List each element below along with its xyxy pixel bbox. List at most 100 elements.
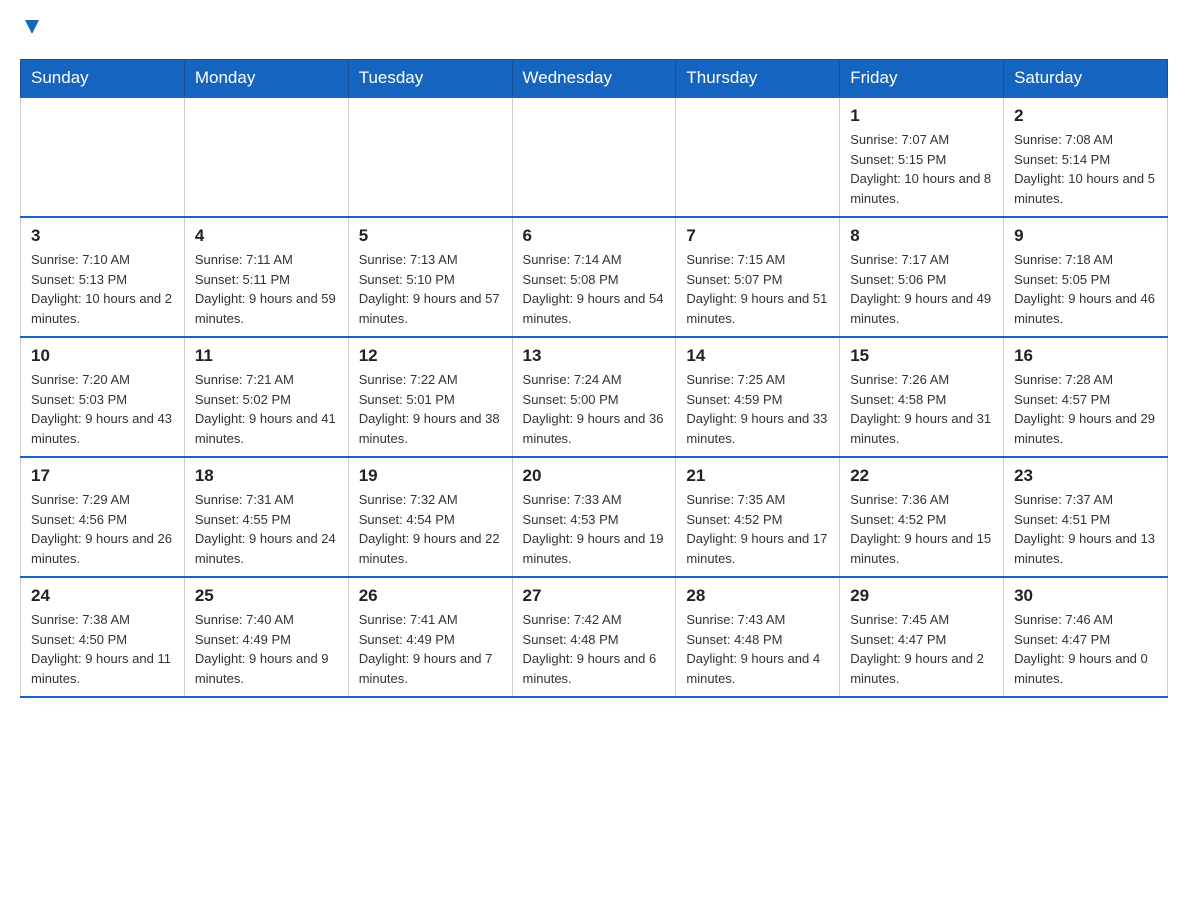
calendar-cell: 7 Sunrise: 7:15 AMSunset: 5:07 PMDaylight… xyxy=(676,217,840,337)
calendar-cell: 5 Sunrise: 7:13 AMSunset: 5:10 PMDaylight… xyxy=(348,217,512,337)
calendar-header-row: Sunday Monday Tuesday Wednesday Thursday… xyxy=(21,60,1168,98)
calendar-cell: 19 Sunrise: 7:32 AMSunset: 4:54 PMDayligh… xyxy=(348,457,512,577)
day-number: 23 xyxy=(1014,466,1157,486)
col-sunday: Sunday xyxy=(21,60,185,98)
day-info: Sunrise: 7:13 AMSunset: 5:10 PMDaylight:… xyxy=(359,250,502,328)
calendar-cell: 11 Sunrise: 7:21 AMSunset: 5:02 PMDayligh… xyxy=(184,337,348,457)
day-info: Sunrise: 7:18 AMSunset: 5:05 PMDaylight:… xyxy=(1014,250,1157,328)
day-info: Sunrise: 7:21 AMSunset: 5:02 PMDaylight:… xyxy=(195,370,338,448)
day-number: 19 xyxy=(359,466,502,486)
calendar-cell: 26Sunrise: 7:41 AMSunset: 4:49 PMDayligh… xyxy=(348,577,512,697)
col-tuesday: Tuesday xyxy=(348,60,512,98)
day-number: 28 xyxy=(686,586,829,606)
day-number: 10 xyxy=(31,346,174,366)
calendar-cell: 6 Sunrise: 7:14 AMSunset: 5:08 PMDaylight… xyxy=(512,217,676,337)
day-info: Sunrise: 7:36 AMSunset: 4:52 PMDaylight:… xyxy=(850,490,993,568)
calendar-cell: 18 Sunrise: 7:31 AMSunset: 4:55 PMDayligh… xyxy=(184,457,348,577)
calendar-cell: 12 Sunrise: 7:22 AMSunset: 5:01 PMDayligh… xyxy=(348,337,512,457)
day-number: 15 xyxy=(850,346,993,366)
day-number: 7 xyxy=(686,226,829,246)
calendar-cell: 20 Sunrise: 7:33 AMSunset: 4:53 PMDayligh… xyxy=(512,457,676,577)
calendar-cell xyxy=(676,97,840,217)
calendar-cell: 27 Sunrise: 7:42 AMSunset: 4:48 PMDayligh… xyxy=(512,577,676,697)
day-number: 5 xyxy=(359,226,502,246)
col-monday: Monday xyxy=(184,60,348,98)
calendar-cell: 14Sunrise: 7:25 AMSunset: 4:59 PMDayligh… xyxy=(676,337,840,457)
day-info: Sunrise: 7:28 AMSunset: 4:57 PMDaylight:… xyxy=(1014,370,1157,448)
day-number: 9 xyxy=(1014,226,1157,246)
calendar-cell: 15 Sunrise: 7:26 AMSunset: 4:58 PMDayligh… xyxy=(840,337,1004,457)
day-number: 17 xyxy=(31,466,174,486)
logo xyxy=(20,20,41,43)
day-info: Sunrise: 7:40 AMSunset: 4:49 PMDaylight:… xyxy=(195,610,338,688)
day-number: 29 xyxy=(850,586,993,606)
calendar-cell: 22Sunrise: 7:36 AMSunset: 4:52 PMDayligh… xyxy=(840,457,1004,577)
calendar-cell: 23 Sunrise: 7:37 AMSunset: 4:51 PMDayligh… xyxy=(1004,457,1168,577)
calendar-cell: 28 Sunrise: 7:43 AMSunset: 4:48 PMDayligh… xyxy=(676,577,840,697)
day-info: Sunrise: 7:43 AMSunset: 4:48 PMDaylight:… xyxy=(686,610,829,688)
day-number: 26 xyxy=(359,586,502,606)
day-number: 20 xyxy=(523,466,666,486)
day-info: Sunrise: 7:31 AMSunset: 4:55 PMDaylight:… xyxy=(195,490,338,568)
day-number: 21 xyxy=(686,466,829,486)
day-number: 25 xyxy=(195,586,338,606)
calendar-cell: 29 Sunrise: 7:45 AMSunset: 4:47 PMDayligh… xyxy=(840,577,1004,697)
calendar-cell: 25 Sunrise: 7:40 AMSunset: 4:49 PMDayligh… xyxy=(184,577,348,697)
col-friday: Friday xyxy=(840,60,1004,98)
calendar-cell xyxy=(348,97,512,217)
day-info: Sunrise: 7:37 AMSunset: 4:51 PMDaylight:… xyxy=(1014,490,1157,568)
day-info: Sunrise: 7:08 AMSunset: 5:14 PMDaylight:… xyxy=(1014,130,1157,208)
day-info: Sunrise: 7:10 AMSunset: 5:13 PMDaylight:… xyxy=(31,250,174,328)
day-info: Sunrise: 7:14 AMSunset: 5:08 PMDaylight:… xyxy=(523,250,666,328)
col-thursday: Thursday xyxy=(676,60,840,98)
day-number: 8 xyxy=(850,226,993,246)
day-info: Sunrise: 7:29 AMSunset: 4:56 PMDaylight:… xyxy=(31,490,174,568)
day-number: 27 xyxy=(523,586,666,606)
day-number: 3 xyxy=(31,226,174,246)
calendar-week-row: 24 Sunrise: 7:38 AMSunset: 4:50 PMDayligh… xyxy=(21,577,1168,697)
calendar-cell: 16 Sunrise: 7:28 AMSunset: 4:57 PMDayligh… xyxy=(1004,337,1168,457)
day-number: 30 xyxy=(1014,586,1157,606)
day-number: 12 xyxy=(359,346,502,366)
calendar-cell: 1 Sunrise: 7:07 AMSunset: 5:15 PMDaylight… xyxy=(840,97,1004,217)
day-info: Sunrise: 7:11 AMSunset: 5:11 PMDaylight:… xyxy=(195,250,338,328)
calendar-cell xyxy=(184,97,348,217)
calendar-cell: 30 Sunrise: 7:46 AMSunset: 4:47 PMDayligh… xyxy=(1004,577,1168,697)
calendar-week-row: 3 Sunrise: 7:10 AMSunset: 5:13 PMDaylight… xyxy=(21,217,1168,337)
calendar-cell: 17 Sunrise: 7:29 AMSunset: 4:56 PMDayligh… xyxy=(21,457,185,577)
day-info: Sunrise: 7:33 AMSunset: 4:53 PMDaylight:… xyxy=(523,490,666,568)
day-info: Sunrise: 7:46 AMSunset: 4:47 PMDaylight:… xyxy=(1014,610,1157,688)
calendar-cell: 3 Sunrise: 7:10 AMSunset: 5:13 PMDaylight… xyxy=(21,217,185,337)
col-wednesday: Wednesday xyxy=(512,60,676,98)
calendar-cell: 24 Sunrise: 7:38 AMSunset: 4:50 PMDayligh… xyxy=(21,577,185,697)
day-number: 2 xyxy=(1014,106,1157,126)
day-number: 18 xyxy=(195,466,338,486)
day-info: Sunrise: 7:38 AMSunset: 4:50 PMDaylight:… xyxy=(31,610,174,688)
day-number: 1 xyxy=(850,106,993,126)
day-info: Sunrise: 7:22 AMSunset: 5:01 PMDaylight:… xyxy=(359,370,502,448)
day-number: 16 xyxy=(1014,346,1157,366)
day-number: 4 xyxy=(195,226,338,246)
calendar-cell: 2 Sunrise: 7:08 AMSunset: 5:14 PMDaylight… xyxy=(1004,97,1168,217)
calendar-cell: 10 Sunrise: 7:20 AMSunset: 5:03 PMDayligh… xyxy=(21,337,185,457)
day-info: Sunrise: 7:45 AMSunset: 4:47 PMDaylight:… xyxy=(850,610,993,688)
day-info: Sunrise: 7:35 AMSunset: 4:52 PMDaylight:… xyxy=(686,490,829,568)
day-info: Sunrise: 7:26 AMSunset: 4:58 PMDaylight:… xyxy=(850,370,993,448)
calendar-week-row: 1 Sunrise: 7:07 AMSunset: 5:15 PMDaylight… xyxy=(21,97,1168,217)
calendar-cell: 8 Sunrise: 7:17 AMSunset: 5:06 PMDaylight… xyxy=(840,217,1004,337)
day-info: Sunrise: 7:15 AMSunset: 5:07 PMDaylight:… xyxy=(686,250,829,328)
day-number: 6 xyxy=(523,226,666,246)
day-info: Sunrise: 7:07 AMSunset: 5:15 PMDaylight:… xyxy=(850,130,993,208)
day-info: Sunrise: 7:17 AMSunset: 5:06 PMDaylight:… xyxy=(850,250,993,328)
day-number: 24 xyxy=(31,586,174,606)
day-info: Sunrise: 7:20 AMSunset: 5:03 PMDaylight:… xyxy=(31,370,174,448)
day-number: 11 xyxy=(195,346,338,366)
calendar-cell: 21 Sunrise: 7:35 AMSunset: 4:52 PMDayligh… xyxy=(676,457,840,577)
day-info: Sunrise: 7:42 AMSunset: 4:48 PMDaylight:… xyxy=(523,610,666,688)
day-info: Sunrise: 7:32 AMSunset: 4:54 PMDaylight:… xyxy=(359,490,502,568)
logo-triangle-icon xyxy=(23,18,41,41)
day-number: 13 xyxy=(523,346,666,366)
col-saturday: Saturday xyxy=(1004,60,1168,98)
calendar-table: Sunday Monday Tuesday Wednesday Thursday… xyxy=(20,59,1168,698)
day-info: Sunrise: 7:24 AMSunset: 5:00 PMDaylight:… xyxy=(523,370,666,448)
